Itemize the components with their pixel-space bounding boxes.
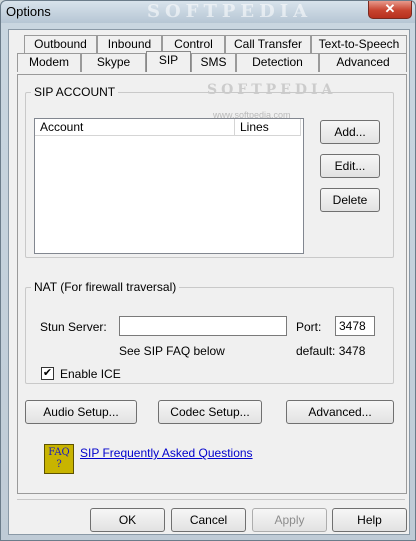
port-input[interactable]: 3478 [335, 316, 375, 336]
sip-faq-note: See SIP FAQ below [119, 344, 225, 358]
tab-strip: Outbound Inbound Control Call Transfer T… [17, 35, 409, 75]
codec-setup-button[interactable]: Codec Setup... [158, 400, 262, 424]
softpedia-watermark: SOFTPEDIA [147, 1, 313, 22]
list-header: Account Lines [35, 119, 303, 136]
close-button[interactable]: ✕ [368, 1, 412, 19]
stun-server-input[interactable] [119, 316, 287, 336]
tab-label: Outbound [34, 37, 87, 51]
audio-setup-button[interactable]: Audio Setup... [25, 400, 137, 424]
enable-ice-label: Enable ICE [60, 367, 121, 381]
tab-label: SMS [200, 55, 227, 69]
ok-button[interactable]: OK [90, 508, 165, 532]
help-button[interactable]: Help [332, 508, 407, 532]
enable-ice-checkbox[interactable]: ✔ [41, 367, 54, 380]
sip-account-legend: SIP ACCOUNT [34, 85, 116, 99]
tab-label: Detection [252, 55, 303, 69]
options-window: Options SOFTPEDIA ✕ Outbound Inbound Con… [0, 0, 416, 541]
stun-server-label: Stun Server: [40, 320, 107, 334]
tab-label: Call Transfer [233, 37, 303, 51]
tab-label: Inbound [107, 37, 152, 51]
tab-label: Text-to-Speech [318, 37, 400, 51]
add-account-button[interactable]: Add... [320, 120, 380, 144]
close-icon: ✕ [384, 1, 396, 16]
tab-modem[interactable]: Modem [17, 53, 81, 72]
tab-advanced[interactable]: Advanced [319, 53, 407, 72]
faq-icon[interactable]: FAQ ? [44, 444, 74, 474]
sip-faq-link[interactable]: SIP Frequently Asked Questions [80, 446, 253, 460]
port-label: Port: [296, 320, 322, 334]
tab-label: Control [174, 37, 213, 51]
tab-label: SIP [158, 53, 179, 67]
tab-sms[interactable]: SMS [191, 53, 236, 72]
faq-icon-text: FAQ [48, 447, 70, 458]
faq-icon-question: ? [56, 459, 62, 470]
tab-outbound[interactable]: Outbound [24, 35, 97, 54]
tab-text-to-speech[interactable]: Text-to-Speech [311, 35, 407, 54]
checkmark-icon: ✔ [42, 367, 53, 379]
nat-legend: NAT (For firewall traversal) [34, 280, 177, 294]
tab-detection[interactable]: Detection [236, 53, 319, 72]
delete-account-button[interactable]: Delete [320, 188, 380, 212]
footer-separator [17, 499, 405, 500]
tab-label: Modem [28, 55, 69, 69]
apply-button[interactable]: Apply [252, 508, 327, 532]
window-title: Options [6, 4, 51, 19]
advanced-settings-button[interactable]: Advanced... [286, 400, 394, 424]
column-header-lines[interactable]: Lines [235, 119, 301, 136]
default-port-note: default: 3478 [296, 344, 366, 358]
dialog-client-area: Outbound Inbound Control Call Transfer T… [8, 29, 410, 535]
title-bar[interactable]: Options SOFTPEDIA ✕ [1, 1, 415, 23]
tab-label: Advanced [336, 55, 390, 69]
tab-skype[interactable]: Skype [81, 53, 146, 72]
tab-label: Skype [96, 55, 131, 69]
column-header-account[interactable]: Account [35, 119, 235, 136]
tab-sip[interactable]: SIP [146, 51, 191, 72]
sip-account-group: SIP ACCOUNT Account Lines Add... Edit...… [25, 85, 394, 258]
tab-call-transfer[interactable]: Call Transfer [225, 35, 311, 54]
cancel-button[interactable]: Cancel [171, 508, 246, 532]
sip-account-list[interactable]: Account Lines [34, 118, 304, 254]
nat-group: NAT (For firewall traversal) Stun Server… [25, 280, 394, 384]
edit-account-button[interactable]: Edit... [320, 154, 380, 178]
